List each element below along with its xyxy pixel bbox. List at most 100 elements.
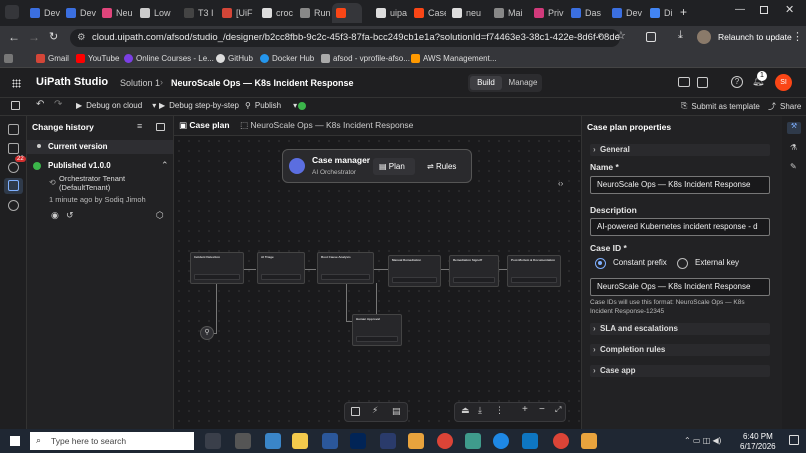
published-label[interactable]: Published v1.0.0	[48, 161, 111, 170]
extensions-icon[interactable]	[646, 32, 656, 42]
test-rail-icon[interactable]: ⚗	[790, 143, 797, 152]
properties-rail-icon[interactable]: ⚒	[787, 122, 801, 134]
back-icon[interactable]: ←	[8, 30, 20, 44]
stage-node[interactable]: Incident Detection	[190, 252, 244, 284]
explorer-icon[interactable]	[8, 124, 19, 135]
debug-on-cloud-button[interactable]: ▶ Debug on cloud ▾	[76, 101, 156, 110]
zoom-in-icon[interactable]: +	[522, 404, 528, 415]
breadcrumb-project[interactable]: NeuroScale Ops — K8s Incident Response	[171, 78, 354, 88]
breadcrumb-solution[interactable]: Solution 1	[120, 78, 160, 88]
site-info-icon[interactable]: ⚙	[77, 29, 86, 47]
resources-icon[interactable]	[8, 143, 19, 154]
vscode-icon[interactable]	[522, 433, 538, 449]
url-field[interactable]: ⚙ cloud.uipath.com/afsod/studio_/designe…	[70, 29, 620, 47]
browser-tab[interactable]: Mai	[490, 3, 526, 23]
bookmark-youtube[interactable]: YouTube	[76, 54, 119, 63]
clock-time[interactable]: 6:40 PM	[743, 432, 773, 441]
browser-tab[interactable]: Das	[567, 3, 603, 23]
submit-template-button[interactable]: ⎘ Submit as template	[681, 101, 760, 111]
browser-tab[interactable]: Case	[410, 3, 446, 23]
section-completion-rules[interactable]: Completion rules	[590, 344, 770, 356]
mode-manage-button[interactable]: Manage	[506, 76, 540, 90]
compare-icon[interactable]	[156, 123, 165, 131]
bookmark-star-icon[interactable]: ☆	[616, 29, 626, 42]
browser-tab[interactable]: Dev	[26, 3, 62, 23]
fit-view-icon[interactable]: ⤢	[555, 405, 561, 415]
forward-icon[interactable]: →	[28, 30, 40, 44]
trigger-icon[interactable]: ⚡	[372, 405, 378, 416]
app-icon[interactable]	[265, 433, 281, 449]
chat-icon[interactable]	[678, 77, 690, 87]
browser-tab[interactable]: Dev	[608, 3, 644, 23]
tab-search-icon[interactable]	[5, 5, 19, 19]
bookmark-online-courses[interactable]: Online Courses - Le...	[124, 54, 214, 63]
close-window-button[interactable]: ✕	[785, 3, 794, 16]
radio-constant-prefix[interactable]	[595, 258, 606, 269]
case-plan-canvas[interactable]: Case manager AI Orchestrator ▤ Plan ⇌ Ru…	[174, 136, 581, 429]
profile-avatar[interactable]	[697, 30, 711, 44]
history-icon[interactable]	[8, 180, 19, 191]
browser-tab[interactable]: T3 I	[180, 3, 216, 23]
browser-tab[interactable]: Neu	[98, 3, 134, 23]
zoom-icon[interactable]: ⌕	[597, 30, 603, 41]
undo-icon[interactable]: ↶	[36, 99, 44, 110]
bookmark-gmail[interactable]: Gmail	[36, 54, 69, 63]
collapse-chevron-icon[interactable]: ⌃	[161, 160, 169, 171]
stage-node[interactable]: Remediation Signoff	[449, 255, 499, 287]
tray-icons[interactable]: ⌃ ▭ ◫ ◀)	[684, 436, 721, 445]
chrome-icon[interactable]	[437, 433, 453, 449]
section-general[interactable]: General	[590, 144, 770, 156]
share-button[interactable]: ⤴ Share	[768, 101, 801, 112]
browser-tab[interactable]: Di	[646, 3, 682, 23]
minimize-button[interactable]: —	[735, 4, 745, 15]
filter-icon[interactable]: ≡	[137, 121, 142, 131]
prefix-field[interactable]: NeuroScale Ops — K8s Incident Response	[590, 278, 770, 296]
browser-tab[interactable]: [UiF	[218, 3, 254, 23]
stage-node[interactable]: Manual Remediation	[388, 255, 441, 287]
more-icon[interactable]: ⋮	[495, 405, 504, 416]
browser-tab[interactable]: Low	[136, 3, 172, 23]
reload-icon[interactable]: ↻	[49, 30, 58, 43]
taskbar-search[interactable]: ⌕ Type here to search	[30, 432, 194, 450]
chrome-active-icon[interactable]	[553, 433, 569, 449]
current-version-row[interactable]: Current version	[27, 140, 173, 154]
file-explorer-icon[interactable]	[292, 433, 308, 449]
task-view-icon[interactable]	[205, 433, 221, 449]
browser-tab[interactable]: Run	[296, 3, 332, 23]
browser-menu-icon[interactable]: ⋮	[792, 30, 803, 43]
debug-icon[interactable]	[8, 162, 19, 173]
stage-node[interactable]: Human Approval	[352, 314, 402, 346]
clock-date[interactable]: 6/17/2026	[740, 442, 776, 451]
redo-icon[interactable]: ↷	[54, 99, 62, 110]
publish-button[interactable]: ⚲ Publish ▾	[245, 101, 297, 110]
name-field[interactable]: NeuroScale Ops — K8s Incident Response	[590, 176, 770, 194]
new-tab-button[interactable]: +	[680, 5, 687, 19]
note-icon[interactable]: ▤	[392, 406, 401, 417]
apps-grid-icon[interactable]	[4, 54, 13, 63]
browser-tab[interactable]: uipa	[372, 3, 408, 23]
bookmark-afsod[interactable]: afsod - vprofile-afso...	[321, 54, 410, 63]
task-row[interactable]	[194, 274, 240, 280]
rules-button[interactable]: ⇌ Rules	[421, 158, 463, 175]
settings-app-icon[interactable]	[235, 433, 251, 449]
task-row[interactable]	[511, 277, 557, 283]
browser-tab[interactable]: neu	[448, 3, 484, 23]
browser-tab[interactable]: croc	[258, 3, 294, 23]
word-icon[interactable]	[322, 433, 338, 449]
powershell-icon[interactable]	[380, 433, 396, 449]
browser-tab[interactable]	[332, 3, 362, 23]
restore-icon[interactable]: ↺	[66, 210, 74, 221]
download-icon[interactable]: ⤓	[678, 29, 683, 42]
git-icon[interactable]	[408, 433, 424, 449]
collapse-arrows-icon[interactable]: ‹›	[558, 179, 563, 188]
mode-build-button[interactable]: Build	[470, 76, 502, 90]
task-row[interactable]	[261, 274, 301, 280]
stage-node[interactable]: Post-Mortem & Documentation	[507, 255, 561, 287]
git-icon[interactable]	[581, 433, 597, 449]
browser-tab[interactable]: Priv	[530, 3, 566, 23]
radio-external-key[interactable]	[677, 258, 688, 269]
app-icon[interactable]	[465, 433, 481, 449]
notification-center-icon[interactable]	[789, 435, 799, 445]
app-icon[interactable]	[493, 433, 509, 449]
start-node-icon[interactable]: ⚲	[200, 326, 214, 340]
